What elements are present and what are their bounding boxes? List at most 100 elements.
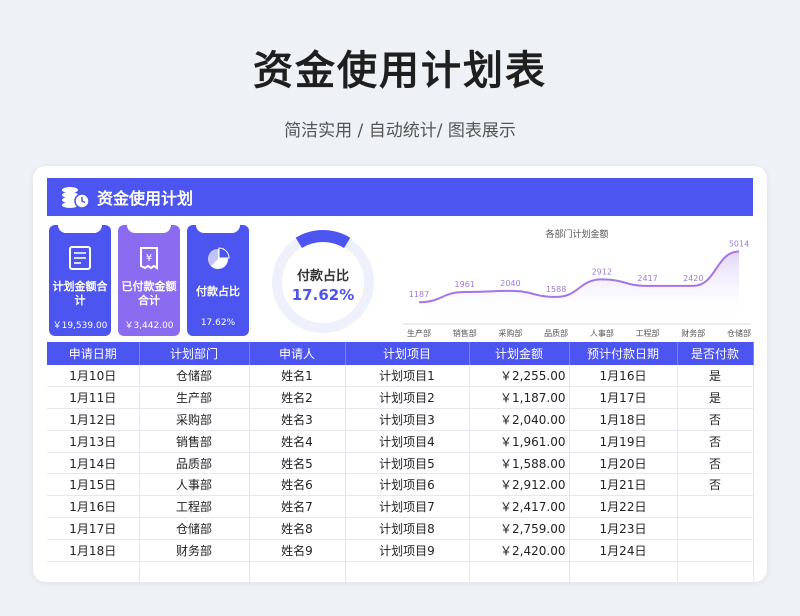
- cell-department[interactable]: 财务部: [139, 539, 250, 562]
- cell-department[interactable]: 仓储部: [139, 365, 250, 388]
- cell-project[interactable]: 计划项目1: [345, 365, 470, 388]
- cell-pay-date[interactable]: 1月19日: [569, 430, 678, 453]
- cell-apply-date[interactable]: 1月11日: [47, 386, 140, 410]
- header-apply-date[interactable]: 申请日期: [47, 342, 140, 365]
- cell-amount[interactable]: ￥2,759.00: [469, 517, 570, 540]
- tile-label: 已付款金额合计: [121, 280, 177, 307]
- x-tick-label: 仓储部: [727, 328, 751, 338]
- tile-value: ￥3,442.00: [124, 321, 174, 331]
- cell-applicant[interactable]: 姓名4: [249, 430, 346, 453]
- x-tick-label: 采购部: [498, 328, 522, 338]
- cell-amount[interactable]: ￥2,912.00: [469, 473, 570, 497]
- cell-project[interactable]: [345, 561, 470, 584]
- cell-applicant[interactable]: 姓名3: [249, 408, 346, 431]
- cell-paid[interactable]: 是: [677, 386, 754, 410]
- cell-applicant[interactable]: 姓名9: [249, 539, 346, 562]
- cell-project[interactable]: 计划项目3: [345, 408, 470, 431]
- header-pay-date[interactable]: 预计付款日期: [569, 342, 678, 365]
- cell-amount[interactable]: ￥2,417.00: [469, 495, 570, 519]
- cell-department[interactable]: 生产部: [139, 386, 250, 410]
- header-amount[interactable]: 计划金额: [469, 342, 570, 365]
- cell-apply-date[interactable]: 1月10日: [47, 365, 140, 388]
- cell-amount[interactable]: ￥1,187.00: [469, 386, 570, 410]
- cell-apply-date[interactable]: 1月15日: [47, 473, 140, 497]
- donut-value: 17.62%: [291, 286, 355, 304]
- cell-apply-date[interactable]: 1月12日: [47, 408, 140, 431]
- cell-paid[interactable]: 否: [677, 408, 754, 431]
- cell-department[interactable]: 采购部: [139, 408, 250, 431]
- table-row: 1月13日 销售部 姓名4 计划项目4 ￥1,961.00 1月19日否: [47, 430, 754, 453]
- cell-applicant[interactable]: 姓名8: [249, 517, 346, 540]
- cell-paid[interactable]: 是: [677, 365, 754, 388]
- cell-apply-date[interactable]: 1月13日: [47, 430, 140, 453]
- cell-project[interactable]: 计划项目6: [345, 473, 470, 497]
- data-label: 2040: [500, 279, 520, 288]
- cell-project[interactable]: 计划项目7: [345, 495, 470, 519]
- cell-project[interactable]: 计划项目4: [345, 430, 470, 453]
- cell-apply-date[interactable]: [47, 561, 140, 584]
- cell-department[interactable]: 仓储部: [139, 517, 250, 540]
- cell-apply-date[interactable]: 1月18日: [47, 539, 140, 562]
- data-label: 2912: [592, 267, 612, 276]
- cell-pay-date[interactable]: 1月16日: [569, 365, 678, 388]
- cell-department[interactable]: 工程部: [139, 495, 250, 519]
- header-department[interactable]: 计划部门: [139, 342, 250, 365]
- tile-notch: [58, 225, 102, 233]
- cell-amount[interactable]: ￥1,588.00: [469, 452, 570, 475]
- tile-value: ￥19,539.00: [52, 321, 108, 331]
- data-label: 1961: [455, 280, 475, 289]
- header-project[interactable]: 计划项目: [345, 342, 470, 365]
- cell-amount[interactable]: [469, 561, 570, 584]
- cell-department[interactable]: 销售部: [139, 430, 250, 453]
- cell-applicant[interactable]: 姓名5: [249, 452, 346, 475]
- cell-paid[interactable]: [677, 517, 754, 540]
- coins-clock-icon: [62, 187, 90, 209]
- cell-pay-date[interactable]: 1月24日: [569, 539, 678, 562]
- cell-pay-date[interactable]: 1月22日: [569, 495, 678, 519]
- department-line-chart: 1187 生产部 1961 销售部 2040 采购部 1588 品质部 2912 人事部 2417 工…: [403, 239, 751, 338]
- cell-project[interactable]: 计划项目8: [345, 517, 470, 540]
- ledger-icon: [69, 246, 91, 270]
- cell-pay-date[interactable]: [569, 561, 678, 584]
- cell-applicant[interactable]: 姓名2: [249, 386, 346, 410]
- cell-department[interactable]: 品质部: [139, 452, 250, 475]
- cell-amount[interactable]: ￥2,040.00: [469, 408, 570, 431]
- tile-paid-total: ¥ 已付款金额合计 ￥3,442.00: [118, 225, 180, 336]
- cell-applicant[interactable]: 姓名1: [249, 365, 346, 388]
- plan-table: 申请日期 计划部门 申请人 计划项目 计划金额 预计付款日期 是否付款 1月10…: [47, 342, 754, 584]
- cell-apply-date[interactable]: 1月17日: [47, 517, 140, 540]
- cell-paid[interactable]: [677, 561, 754, 584]
- cell-pay-date[interactable]: 1月18日: [569, 408, 678, 431]
- cell-pay-date[interactable]: 1月23日: [569, 517, 678, 540]
- cell-pay-date[interactable]: 1月21日: [569, 473, 678, 497]
- cell-paid[interactable]: 否: [677, 452, 754, 475]
- cell-paid[interactable]: [677, 495, 754, 519]
- cell-paid[interactable]: [677, 539, 754, 562]
- cell-project[interactable]: 计划项目2: [345, 386, 470, 410]
- cell-amount[interactable]: ￥2,255.00: [469, 365, 570, 388]
- chart-title: 各部门计划金额: [545, 230, 609, 240]
- cell-paid[interactable]: 否: [677, 473, 754, 497]
- table-row: [47, 561, 754, 584]
- table-row: 1月15日 人事部 姓名6 计划项目6 ￥2,912.00 1月21日否: [47, 473, 754, 497]
- cell-paid[interactable]: 否: [677, 430, 754, 453]
- cell-department[interactable]: [139, 561, 250, 584]
- header-applicant[interactable]: 申请人: [249, 342, 346, 365]
- cell-project[interactable]: 计划项目9: [345, 539, 470, 562]
- cell-department[interactable]: 人事部: [139, 473, 250, 497]
- cell-amount[interactable]: ￥2,420.00: [469, 539, 570, 562]
- data-label: 1187: [409, 290, 429, 299]
- table-row: 1月18日 财务部 姓名9 计划项目9 ￥2,420.00 1月24日: [47, 539, 754, 562]
- cell-pay-date[interactable]: 1月17日: [569, 386, 678, 410]
- page-title: 资金使用计划表: [253, 48, 547, 94]
- header-paid[interactable]: 是否付款: [677, 342, 754, 365]
- cell-applicant[interactable]: 姓名6: [249, 473, 346, 497]
- cell-project[interactable]: 计划项目5: [345, 452, 470, 475]
- cell-pay-date[interactable]: 1月20日: [569, 452, 678, 475]
- cell-apply-date[interactable]: 1月16日: [47, 495, 140, 519]
- cell-amount[interactable]: ￥1,961.00: [469, 430, 570, 453]
- cell-applicant[interactable]: [249, 561, 346, 584]
- cell-apply-date[interactable]: 1月14日: [47, 452, 140, 475]
- table-row: 1月11日 生产部 姓名2 计划项目2 ￥1,187.00 1月17日是: [47, 386, 754, 410]
- cell-applicant[interactable]: 姓名7: [249, 495, 346, 519]
